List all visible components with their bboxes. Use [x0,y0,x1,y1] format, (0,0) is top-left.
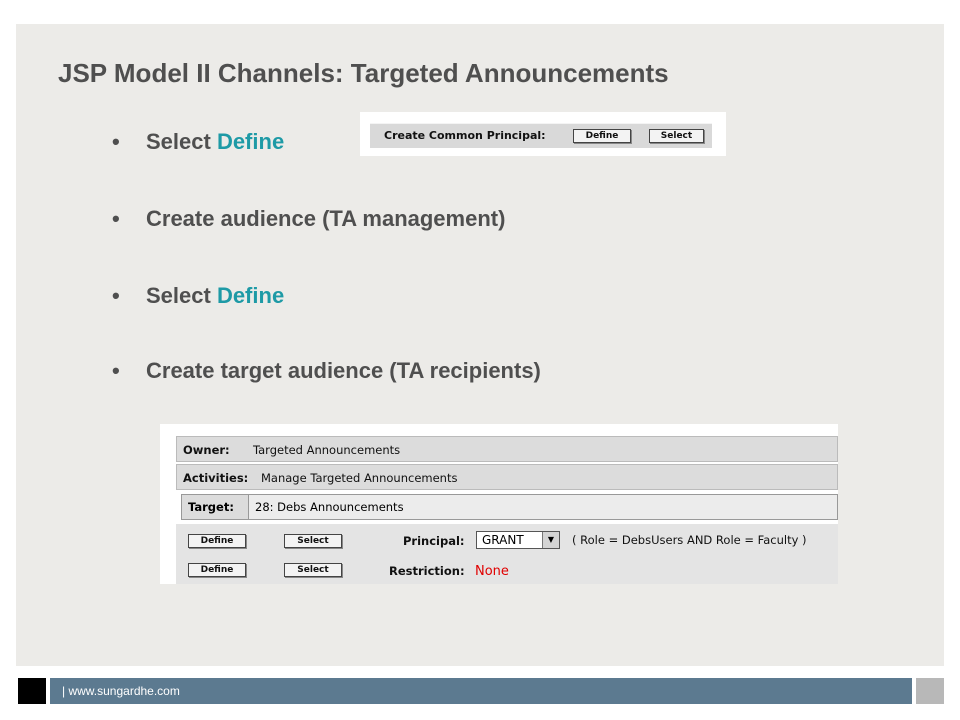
restriction-define-button[interactable]: Define [188,563,246,577]
select-button[interactable]: Select [649,129,704,143]
footer-bar: | www.sungardhe.com [50,678,912,704]
principal-selected-value: GRANT [482,533,524,547]
activities-value: Manage Targeted Announcements [261,471,458,485]
owner-row: Owner: Targeted Announcements [176,436,838,462]
bullet-dot: • [112,129,120,154]
bullet-text: Select [146,283,217,308]
restriction-value: None [475,564,509,579]
chevron-down-icon[interactable]: ▼ [542,532,559,548]
owner-value: Targeted Announcements [253,443,401,457]
ta-recipients-screenshot: Owner: Targeted Announcements Activities… [160,424,838,584]
define-highlight: Define [216,129,285,154]
common-principal-bar: Create Common Principal: Define Select [370,123,712,148]
bullet-dot: • [112,206,120,231]
bullet-dot: • [112,358,120,383]
activities-row: Activities: Manage Targeted Announcement… [176,464,838,490]
principal-dropdown[interactable]: GRANT ▼ [476,531,560,549]
owner-label: Owner: [183,443,230,457]
target-value: 28: Debs Announcements [249,494,838,520]
footer-black-block [18,678,46,704]
bullet-dot: • [112,283,120,308]
principal-label: Principal: [403,534,465,548]
define-highlight: Define [216,283,285,308]
principal-select-button[interactable]: Select [284,534,342,548]
target-label: Target: [181,494,249,520]
restriction-select-button[interactable]: Select [284,563,342,577]
bullet-text: Create audience (TA management) [146,206,506,231]
activities-label: Activities: [183,471,249,485]
create-common-principal-label: Create Common Principal: [384,129,546,142]
slide-title: JSP Model II Channels: Targeted Announce… [58,58,669,88]
footer-url: | www.sungardhe.com [62,684,180,698]
restriction-label: Restriction: [389,564,465,578]
principal-define-button[interactable]: Define [188,534,246,548]
principal-expression: ( Role = DebsUsers AND Role = Faculty ) [572,533,807,547]
define-button[interactable]: Define [573,129,631,143]
common-principal-screenshot: Create Common Principal: Define Select [360,112,726,156]
footer-gray-block [916,678,944,704]
bullet-text: Create target audience (TA recipients) [146,358,541,383]
bullet-text: Select [146,129,217,154]
